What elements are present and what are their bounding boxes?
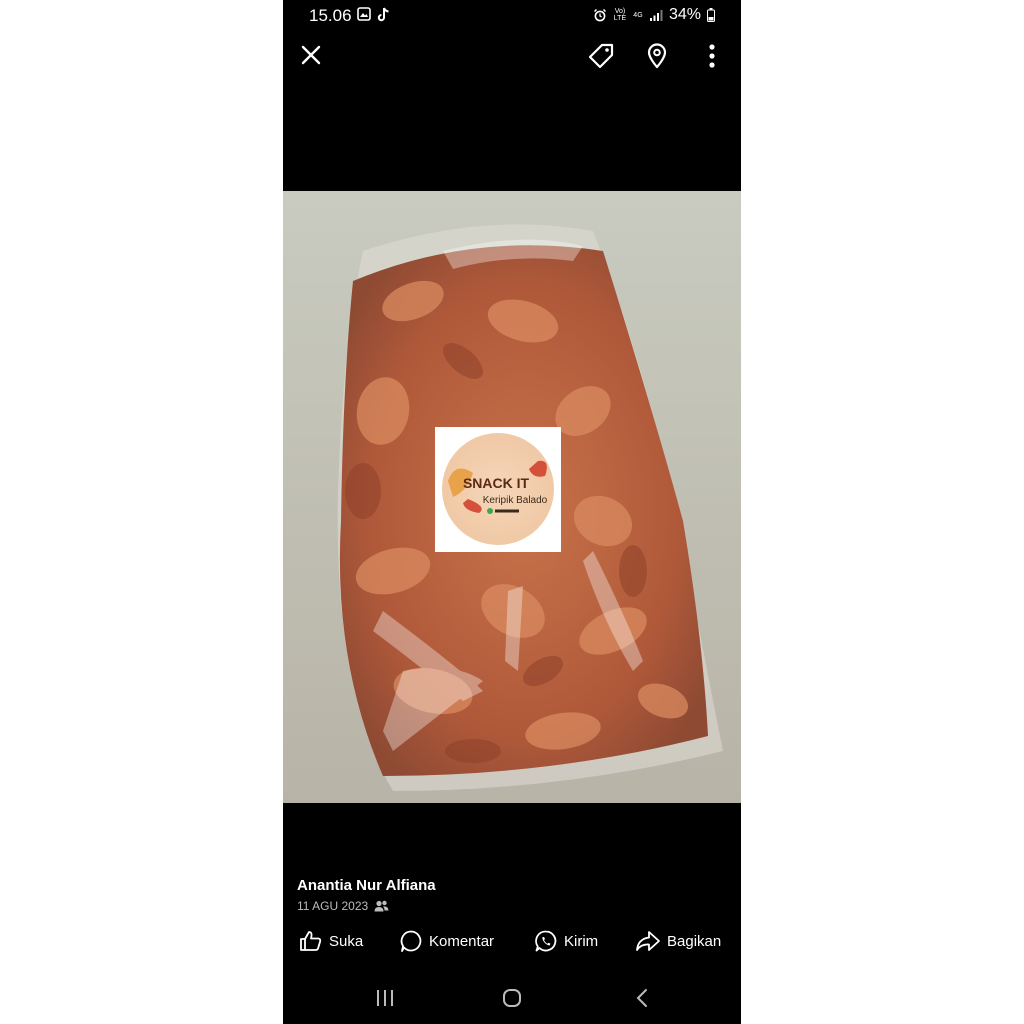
share-arrow-icon: [636, 931, 660, 951]
alarm-icon: [593, 8, 606, 22]
comment-icon: [400, 930, 422, 952]
back-icon[interactable]: [628, 984, 656, 1012]
recent-apps-icon[interactable]: [371, 984, 399, 1012]
signal-icon: [649, 10, 663, 21]
gallery-icon: [357, 7, 371, 21]
label-product: Keripik Balado: [483, 495, 548, 506]
send-label: Kirim: [564, 932, 599, 950]
battery-icon: [707, 8, 715, 22]
close-icon[interactable]: [297, 41, 325, 69]
like-label: Suka: [329, 932, 364, 950]
share-button[interactable]: Bagikan: [635, 926, 721, 956]
thumbs-up-icon: [300, 931, 322, 951]
home-icon[interactable]: [498, 984, 526, 1012]
notification-icons: [357, 7, 390, 22]
location-pin-icon[interactable]: [641, 40, 673, 72]
post-author[interactable]: Anantia Nur Alfiana: [297, 877, 436, 894]
tiktok-icon: [377, 7, 389, 22]
comment-label: Komentar: [429, 932, 495, 950]
friends-icon: [374, 900, 389, 912]
post-actions: Suka Komentar Kirim Bagikan: [283, 926, 741, 956]
photo-viewer-screen: 15.06 Vo) LTE 4G 34% SNACK IT Keripik Ba…: [283, 0, 741, 1024]
post-meta: 11 AGU 2023: [297, 899, 436, 913]
post-date[interactable]: 11 AGU 2023: [297, 899, 368, 913]
snack-bag-photo: SNACK IT Keripik Balado: [283, 191, 741, 803]
status-bar: 15.06 Vo) LTE 4G 34%: [283, 0, 741, 32]
tag-icon[interactable]: [585, 40, 617, 72]
label-brand: SNACK IT: [463, 475, 530, 491]
post-caption: Anantia Nur Alfiana 11 AGU 2023: [297, 877, 436, 913]
battery-percent: 34%: [668, 6, 701, 23]
volte-indicator: Vo) LTE: [613, 8, 627, 22]
system-icons: Vo) LTE 4G 34%: [593, 6, 715, 24]
viewer-toolbar: [283, 36, 741, 76]
comment-button[interactable]: Komentar: [399, 926, 494, 956]
share-label: Bagikan: [667, 932, 722, 950]
send-button[interactable]: Kirim: [534, 926, 598, 956]
network-4g-indicator: 4G: [633, 11, 643, 19]
status-time: 15.06: [309, 6, 352, 25]
more-vertical-icon[interactable]: [697, 40, 727, 72]
like-button[interactable]: Suka: [299, 926, 363, 956]
whatsapp-icon: [535, 930, 557, 952]
system-navigation-bar: [283, 980, 741, 1016]
post-photo[interactable]: SNACK IT Keripik Balado: [283, 191, 741, 803]
